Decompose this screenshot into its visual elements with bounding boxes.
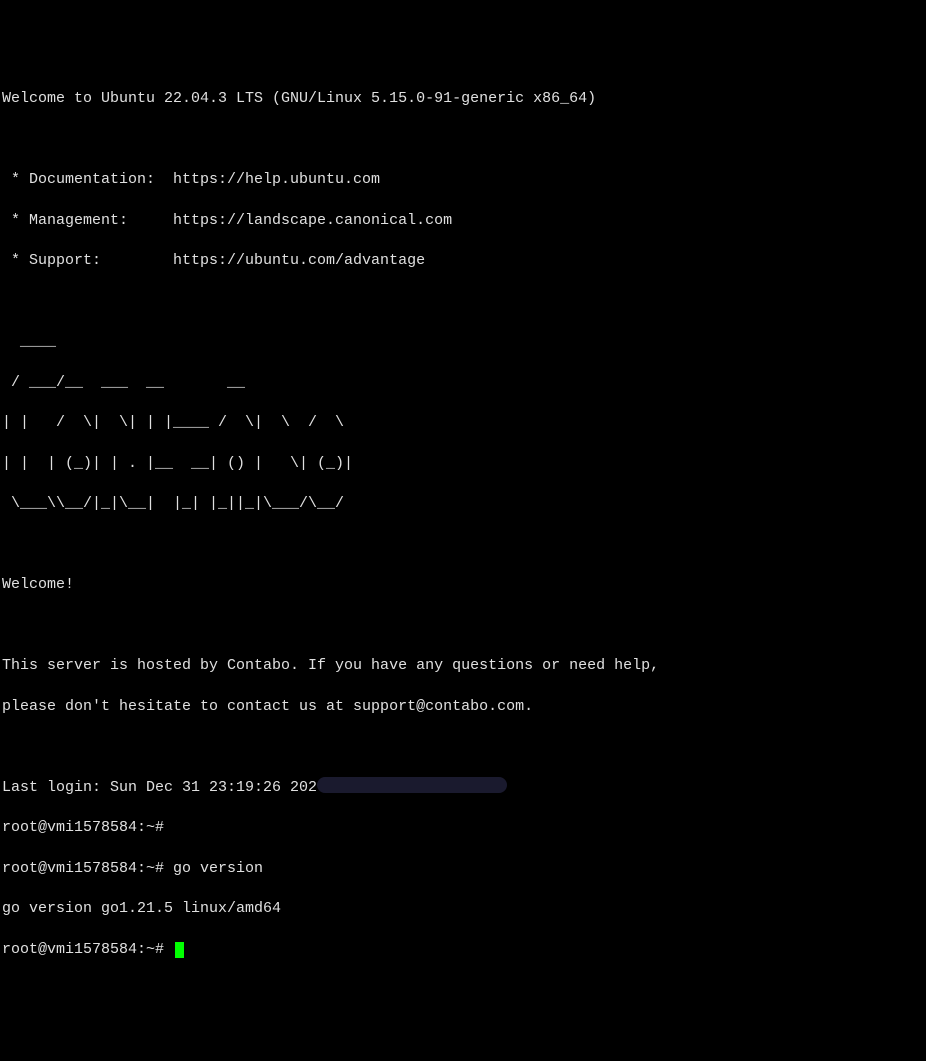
ascii-art-line: / ___/__ ___ __ __ bbox=[2, 373, 924, 393]
blank-line bbox=[2, 535, 924, 555]
motd-documentation: * Documentation: https://help.ubuntu.com bbox=[2, 170, 924, 190]
motd-welcome-text: Welcome! bbox=[2, 575, 924, 595]
motd-hosted-text: This server is hosted by Contabo. If you… bbox=[2, 656, 924, 676]
ascii-art-line: \___\\__/|_|\__| |_| |_||_|\___/\__/ bbox=[2, 494, 924, 514]
terminal-window[interactable]: Welcome to Ubuntu 22.04.3 LTS (GNU/Linux… bbox=[2, 89, 924, 960]
shell-prompt: root@vmi1578584:~# bbox=[2, 819, 164, 836]
shell-prompt: root@vmi1578584:~# bbox=[2, 860, 173, 877]
motd-contact-text: please don't hesitate to contact us at s… bbox=[2, 697, 924, 717]
prompt-line-command: root@vmi1578584:~# go version bbox=[2, 859, 924, 879]
blank-line bbox=[2, 616, 924, 636]
ascii-art-line: | | | (_)| | . |__ __| () | \| (_)| bbox=[2, 454, 924, 474]
command-text: go version bbox=[173, 860, 263, 877]
ascii-art-line: ____ bbox=[2, 332, 924, 352]
last-login-text: Last login: Sun Dec 31 23:19:26 202 bbox=[2, 779, 317, 796]
terminal-cursor[interactable] bbox=[175, 942, 184, 958]
motd-management: * Management: https://landscape.canonica… bbox=[2, 211, 924, 231]
blank-line bbox=[2, 130, 924, 150]
blank-line bbox=[2, 737, 924, 757]
ascii-art-line: | | / \| \| | |____ / \| \ / \ bbox=[2, 413, 924, 433]
command-output: go version go1.21.5 linux/amd64 bbox=[2, 899, 924, 919]
redacted-ip bbox=[317, 777, 507, 793]
blank-line bbox=[2, 292, 924, 312]
prompt-line-empty: root@vmi1578584:~# bbox=[2, 818, 924, 838]
shell-prompt: root@vmi1578584:~# bbox=[2, 941, 173, 958]
motd-welcome: Welcome to Ubuntu 22.04.3 LTS (GNU/Linux… bbox=[2, 89, 924, 109]
prompt-line-active[interactable]: root@vmi1578584:~# bbox=[2, 940, 924, 960]
last-login-line: Last login: Sun Dec 31 23:19:26 202 bbox=[2, 778, 924, 798]
motd-support: * Support: https://ubuntu.com/advantage bbox=[2, 251, 924, 271]
